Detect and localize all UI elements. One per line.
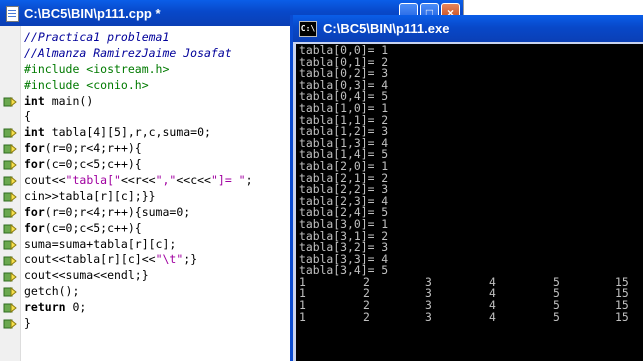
console-result-row: 1 2 3 4 5 15 xyxy=(299,288,629,300)
console-title: C:\BC5\BIN\p111.exe xyxy=(323,21,450,36)
code-token: { xyxy=(24,109,31,124)
console-result-cell: 15 xyxy=(615,309,629,324)
code-token: ; xyxy=(204,125,211,140)
code-line[interactable]: cin>>tabla[r][c];}} xyxy=(24,189,253,205)
code-token: } xyxy=(24,316,31,331)
console-result-row: 1 2 3 4 5 15 xyxy=(299,299,629,312)
code-token: int xyxy=(24,93,45,108)
console-result-cell: 5 xyxy=(553,309,560,324)
code-token: ; xyxy=(245,173,253,188)
code-token: cout<<tabla[r][c]<< xyxy=(24,252,156,267)
executable-line-marker-icon[interactable] xyxy=(3,271,17,283)
code-line[interactable]: #include <iostream.h> xyxy=(24,62,253,78)
executable-line-marker-icon[interactable] xyxy=(3,159,17,171)
code-token: <<r<< xyxy=(120,173,156,188)
code-line[interactable]: for(c=0;c<5;c++){ xyxy=(24,221,253,237)
code-token: tabla[4][5],r,c,suma= xyxy=(44,125,198,140)
code-line[interactable]: for(c=0;c<5;c++){ xyxy=(24,157,253,173)
executable-line-marker-icon[interactable] xyxy=(3,127,17,139)
code-line[interactable]: cout<<tabla[r][c]<<"\t";} xyxy=(24,252,253,268)
executable-line-marker-icon[interactable] xyxy=(3,302,17,314)
code-token: cout<<suma<<endl;} xyxy=(24,268,149,283)
code-token: int xyxy=(24,125,45,140)
code-token: cin>>tabla[r][c];}} xyxy=(24,188,156,203)
code-token: //Practica1 problema1 xyxy=(24,30,170,44)
console-result-cell: 2 xyxy=(363,309,370,324)
code-token: ;} xyxy=(183,252,198,267)
code-line[interactable]: getch(); xyxy=(24,284,253,300)
code-line[interactable]: for(r=0;r<4;r++){ xyxy=(24,141,253,157)
executable-line-marker-icon[interactable] xyxy=(3,286,17,298)
code-token: "tabla[" xyxy=(65,173,121,188)
console-result-row: 1 2 3 4 5 15 xyxy=(299,276,629,289)
code-token: //Almanza RamirezJaime Josafat xyxy=(24,45,232,60)
console-titlebar[interactable]: C:\ C:\BC5\BIN\p111.exe xyxy=(293,15,643,42)
code-token: #include <conio.h> xyxy=(24,77,149,92)
code-token: for xyxy=(24,141,45,156)
code-token: (r=0;r<4;r++){suma=0; xyxy=(44,204,191,219)
code-token: "]= " xyxy=(210,173,246,188)
code-line[interactable]: cout<<"tabla["<<r<<","<<c<<"]= "; xyxy=(24,173,253,189)
executable-line-marker-icon[interactable] xyxy=(3,191,17,203)
console-window: C:\ C:\BC5\BIN\p111.exe tabla[0,0]= 1 tab… xyxy=(290,15,643,361)
console-result-cell: 1 xyxy=(299,309,306,324)
executable-line-marker-icon[interactable] xyxy=(3,207,17,219)
code-line[interactable]: int main() xyxy=(24,94,253,110)
editor-title: C:\BC5\BIN\p111.cpp * xyxy=(24,5,161,21)
code-line[interactable]: for(r=0;r<4;r++){suma=0; xyxy=(24,205,253,221)
code-line[interactable]: //Practica1 problema1 xyxy=(24,30,253,46)
code-line[interactable]: cout<<suma<<endl;} xyxy=(24,268,253,284)
executable-line-marker-icon[interactable] xyxy=(3,175,17,187)
console-result-row: 1 2 3 4 5 15 xyxy=(299,309,629,324)
code-line[interactable]: { xyxy=(24,109,253,125)
console-result-cell: 4 xyxy=(489,309,496,324)
code-token: cout<< xyxy=(24,173,66,188)
console-output-area[interactable]: tabla[0,0]= 1 tabla[0,1]= 2 tabla[0,2]= 3t… xyxy=(296,44,643,361)
code-token: 0 xyxy=(197,125,205,140)
code-token: for xyxy=(24,204,45,219)
console-text: tabla[0,0]= 1 tabla[0,1]= 2 tabla[0,2]= 3t… xyxy=(299,44,629,324)
executable-line-marker-icon[interactable] xyxy=(3,255,17,267)
code-token: getch(); xyxy=(24,284,80,299)
code-token: for xyxy=(24,220,45,235)
code-token: "\t" xyxy=(155,252,184,267)
code-token: (c=0;c<5;c++){ xyxy=(44,157,142,172)
executable-line-marker-icon[interactable] xyxy=(3,223,17,235)
executable-line-marker-icon[interactable] xyxy=(3,318,17,330)
code-line[interactable]: #include <conio.h> xyxy=(24,78,253,94)
code-token: for xyxy=(24,157,45,172)
code-line[interactable]: } xyxy=(24,316,253,332)
executable-line-marker-icon[interactable] xyxy=(3,143,17,155)
code-token: return xyxy=(24,300,66,315)
console-result-cell: 3 xyxy=(425,309,432,324)
code-token: (r=0;r<4;r++){ xyxy=(44,141,142,156)
code-line[interactable]: return 0; xyxy=(24,300,253,316)
code-token: 0; xyxy=(65,300,87,315)
executable-line-marker-icon[interactable] xyxy=(3,239,17,251)
code-token: suma=suma+tabla[r][c]; xyxy=(24,236,177,251)
code-token: <<c<< xyxy=(176,173,211,188)
console-line: tabla[3,4]= 5 xyxy=(299,263,389,278)
cpp-file-icon xyxy=(4,5,20,22)
executable-line-marker-icon[interactable] xyxy=(3,96,17,108)
code-editor[interactable]: //Practica1 problema1//Almanza RamirezJa… xyxy=(24,30,253,332)
console-app-icon: C:\ xyxy=(299,20,317,37)
code-token: "," xyxy=(155,173,177,188)
code-line[interactable]: suma=suma+tabla[r][c]; xyxy=(24,237,253,253)
code-token: main() xyxy=(44,93,94,108)
code-token: (c=0;c<5;c++){ xyxy=(44,220,142,235)
code-line[interactable]: //Almanza RamirezJaime Josafat xyxy=(24,46,253,62)
code-token: #include <iostream.h> xyxy=(24,61,170,76)
code-line[interactable]: int tabla[4][5],r,c,suma=0; xyxy=(24,125,253,141)
